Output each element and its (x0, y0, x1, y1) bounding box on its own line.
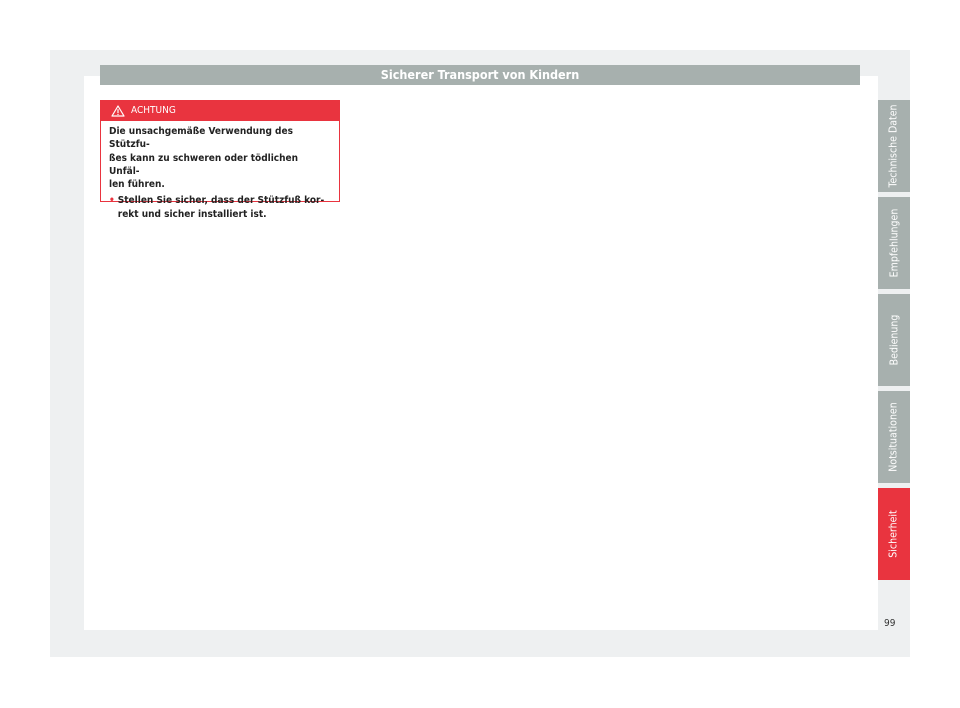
warning-text-line: Die unsachgemäße Verwendung des Stützfu- (109, 126, 293, 151)
warning-bullet-item: • Stellen Sie sicher, dass der Stützfuß … (109, 194, 329, 221)
section-title: Sicherer Transport von Kindern (380, 67, 580, 82)
warning-body: Die unsachgemäße Verwendung des Stützfu-… (101, 121, 339, 221)
section-header: Sicherer Transport von Kindern (100, 65, 860, 85)
tab-technische-daten[interactable]: Technische Daten (878, 100, 910, 192)
tab-sicherheit[interactable]: Sicherheit (878, 488, 910, 580)
tab-notsituationen[interactable]: Notsituationen (878, 391, 910, 483)
page-number: 99 (884, 618, 896, 629)
warning-bullet-line: rekt und sicher installiert ist. (117, 208, 267, 220)
warning-triangle-icon (111, 105, 125, 117)
tab-bedienung[interactable]: Bedienung (878, 294, 910, 386)
warning-bullet-text: Stellen Sie sicher, dass der Stützfuß ko… (118, 194, 324, 221)
tab-label: Sicherheit (888, 510, 901, 558)
tab-label: Empfehlungen (888, 208, 901, 278)
warning-bullet-line: Stellen Sie sicher, dass der Stützfuß ko… (117, 195, 325, 207)
tab-empfehlungen[interactable]: Empfehlungen (878, 197, 910, 289)
warning-text: Die unsachgemäße Verwendung des Stützfu-… (109, 125, 329, 191)
warning-box: ACHTUNG Die unsachgemäße Verwendung des … (100, 100, 340, 220)
warning-header: ACHTUNG (101, 101, 339, 121)
warning-text-line: ßes kann zu schweren oder tödlichen Unfä… (109, 152, 299, 177)
warning-text-line: len führen. (109, 179, 165, 191)
tab-label: Technische Daten (888, 104, 901, 188)
bullet-icon: • (109, 195, 115, 207)
tab-label: Bedienung (888, 314, 901, 366)
tab-label: Notsituationen (888, 402, 900, 472)
warning-label: ACHTUNG (131, 105, 176, 116)
